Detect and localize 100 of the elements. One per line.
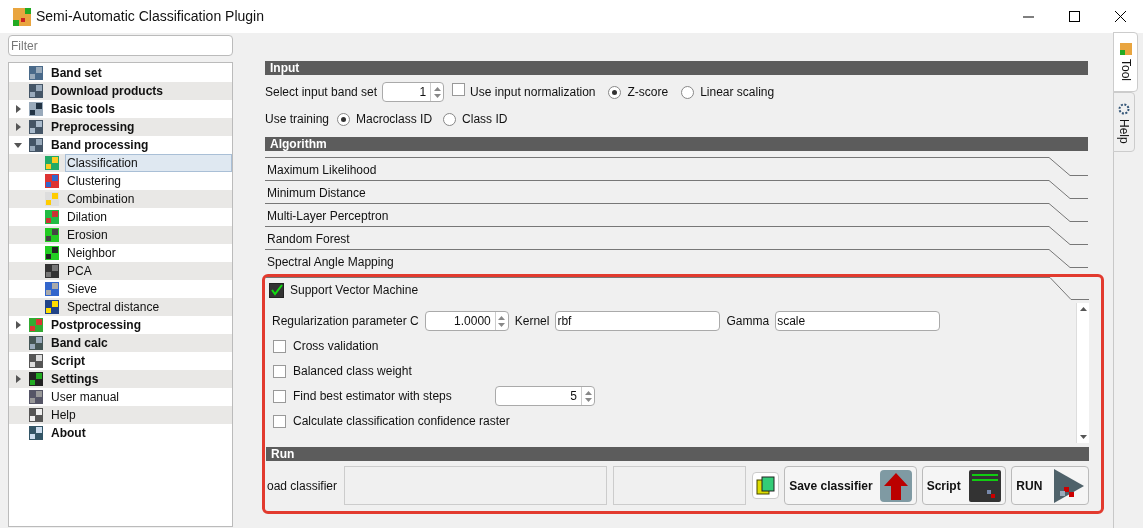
step-up-icon[interactable] xyxy=(498,315,506,320)
close-icon xyxy=(1114,11,1126,22)
layers-icon xyxy=(755,475,776,496)
tile-icon xyxy=(44,227,60,243)
tile-icon xyxy=(44,281,60,297)
collapsed-arrow-icon[interactable] xyxy=(14,123,22,131)
tree-item[interactable]: Script xyxy=(49,352,87,370)
step-down-icon[interactable] xyxy=(498,322,506,327)
checkbox[interactable] xyxy=(273,364,286,378)
minimize-icon xyxy=(1022,15,1034,18)
plugin-icon xyxy=(1119,43,1132,55)
terminal-icon xyxy=(969,469,1002,502)
app-icon xyxy=(13,7,31,26)
maximize-icon xyxy=(1068,11,1080,22)
algorithm-tab[interactable]: Random Forest xyxy=(267,230,354,248)
section-header: Input xyxy=(265,61,1088,75)
tile-icon xyxy=(28,335,44,351)
play-icon xyxy=(1052,468,1084,503)
field-label: Use training xyxy=(265,111,330,128)
option-label: Macroclass ID xyxy=(356,111,433,128)
collapsed-arrow-icon[interactable] xyxy=(14,105,22,113)
radio-button[interactable] xyxy=(443,112,457,126)
option-label: Cross validation xyxy=(293,338,380,355)
section-header: Algorithm xyxy=(265,137,1088,151)
checkbox[interactable] xyxy=(273,414,286,428)
tile-icon xyxy=(44,209,60,225)
help-icon xyxy=(1118,103,1130,115)
tree-item[interactable]: Basic tools xyxy=(49,100,118,118)
option-label: Use input normalization xyxy=(470,84,596,101)
tree-item[interactable]: User manual xyxy=(49,388,122,406)
tree-item[interactable]: Classification xyxy=(65,154,232,172)
option-label: Z-score xyxy=(627,84,669,101)
option-label: Linear scaling xyxy=(700,84,775,101)
expanded-arrow-icon[interactable] xyxy=(14,141,22,149)
checkbox[interactable] xyxy=(452,83,466,96)
radio-button[interactable] xyxy=(337,112,351,126)
algorithm-tab[interactable]: Maximum Likelihood xyxy=(267,161,381,179)
scroll-down-icon[interactable] xyxy=(1079,435,1087,439)
field-label: Kernel xyxy=(514,313,550,330)
option-label: Calculate classification confidence raster xyxy=(293,413,510,430)
option-label: Balanced class weight xyxy=(293,363,413,380)
spin-box[interactable]: 5 xyxy=(495,386,595,406)
algorithm-tab[interactable]: Minimum Distance xyxy=(267,184,370,202)
tile-icon xyxy=(44,245,60,261)
tree-item[interactable]: About xyxy=(49,424,88,442)
tree-item[interactable]: Neighbor xyxy=(65,244,232,262)
scroll-up-icon[interactable] xyxy=(1079,307,1087,311)
collapsed-arrow-icon[interactable] xyxy=(14,375,22,383)
tree-item[interactable]: Sieve xyxy=(65,280,232,298)
tile-icon xyxy=(28,137,44,153)
algorithm-tab[interactable]: Multi-Layer Perceptron xyxy=(267,207,393,225)
collapsed-arrow-icon[interactable] xyxy=(14,321,22,329)
field-label: Gamma xyxy=(726,313,770,330)
tile-icon xyxy=(28,317,44,333)
tree-item[interactable]: Clustering xyxy=(65,172,232,190)
tile-icon xyxy=(28,83,44,99)
tile-icon xyxy=(44,299,60,315)
tile-icon xyxy=(28,101,44,117)
checkbox[interactable] xyxy=(269,282,284,298)
field-label: Regularization parameter C xyxy=(272,313,419,330)
tile-icon xyxy=(28,371,44,387)
tree-item[interactable]: Postprocessing xyxy=(49,316,144,334)
step-up-icon[interactable] xyxy=(584,390,592,395)
step-down-icon[interactable] xyxy=(433,93,441,98)
checkbox[interactable] xyxy=(273,339,286,353)
tree-item[interactable]: Dilation xyxy=(65,208,232,226)
algorithm-tab[interactable]: Spectral Angle Mapping xyxy=(267,253,398,271)
tile-icon xyxy=(28,119,44,135)
radio-button[interactable] xyxy=(608,85,622,99)
tree-item[interactable]: Band processing xyxy=(49,136,151,154)
step-up-icon[interactable] xyxy=(433,86,441,91)
tile-icon xyxy=(44,263,60,279)
script-button[interactable]: Script xyxy=(921,466,1007,505)
filter-field[interactable]: Filter xyxy=(8,35,233,56)
option-label: Find best estimator with steps xyxy=(293,388,453,405)
step-down-icon[interactable] xyxy=(584,397,592,402)
kernel-field[interactable]: rbf xyxy=(555,311,721,331)
spin-box[interactable]: 1.0000 xyxy=(424,311,509,331)
spin-box[interactable]: 1 xyxy=(382,82,445,102)
gamma-field[interactable]: scale xyxy=(775,311,941,331)
side-tab[interactable]: Help xyxy=(1113,92,1135,152)
option-label: Class ID xyxy=(462,111,508,128)
tile-icon xyxy=(44,173,60,189)
open-file-button[interactable] xyxy=(752,472,780,499)
run-button[interactable]: RUN xyxy=(1011,466,1089,505)
tile-icon xyxy=(28,425,44,441)
side-tab[interactable]: Tool xyxy=(1113,32,1138,92)
section-header: Run xyxy=(266,447,1089,461)
field-label: oad classifier xyxy=(267,477,338,495)
tree-item[interactable]: Help xyxy=(49,406,78,424)
tile-icon xyxy=(28,389,44,405)
tile-icon xyxy=(44,155,60,171)
tree-item[interactable]: Band set xyxy=(49,64,104,82)
algorithm-tab[interactable]: Support Vector Machine xyxy=(290,281,419,299)
radio-button[interactable] xyxy=(681,85,695,99)
scrollbar[interactable] xyxy=(1076,303,1089,443)
window-title: Semi-Automatic Classification Plugin xyxy=(36,7,264,26)
checkbox[interactable] xyxy=(273,389,286,403)
save-button[interactable]: Save classifier xyxy=(784,466,917,505)
checkmark-icon xyxy=(270,284,283,296)
